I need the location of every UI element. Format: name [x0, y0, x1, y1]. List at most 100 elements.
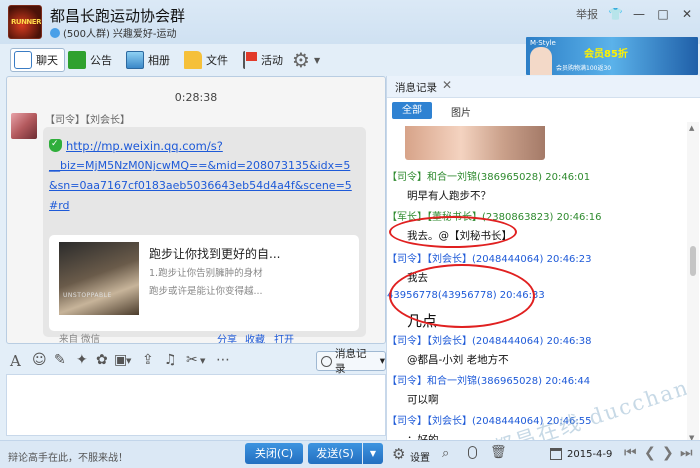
group-title: 都昌长跑运动协会群 — [50, 7, 186, 25]
group-avatar[interactable]: RUNNER — [8, 5, 42, 39]
chat-message-pane[interactable]: 0:28:38 【司令】【刘会长】 http://mp.weixin.qq.co… — [6, 76, 386, 344]
shake-icon[interactable]: ✦ — [76, 352, 88, 368]
chevron-down-icon: ▼ — [313, 55, 321, 65]
clock-icon — [321, 355, 332, 367]
link-line-4[interactable]: #rd — [49, 196, 354, 216]
history-list[interactable]: 【司令】和合一刘锦(386965028) 20:46:01 明早有人跑步不？ 【军长… — [387, 122, 687, 444]
notice-flag-icon — [68, 51, 86, 69]
last-page-icon[interactable]: ⏭ — [680, 445, 693, 461]
message-history-panel: 消息记录 ✕ 全部 图片 【司令】和合一刘锦(386965028) 20:46:… — [386, 76, 700, 444]
upload-icon[interactable]: ⇪ — [142, 352, 154, 368]
message-link[interactable]: http://mp.weixin.qq.com/s? __biz=MjM5NzM… — [49, 134, 354, 216]
card-favorite-link[interactable]: 收藏 — [245, 331, 265, 343]
history-sender-line[interactable]: 【司令】【刘会长】(2048444064) 20:46:38 — [387, 332, 592, 347]
maximize-button[interactable]: □ — [656, 7, 670, 21]
music-icon[interactable]: ♫ — [164, 352, 177, 368]
group-tag[interactable]: 兴趣爱好-运动 — [113, 25, 177, 40]
magic-icon[interactable]: ✎ — [54, 352, 66, 368]
report-link[interactable]: 举报 — [576, 6, 598, 22]
ad-banner[interactable]: M·Style 会员85折 会员购物满100返30 — [526, 37, 698, 75]
avatar-text: RUNNER — [11, 18, 41, 26]
card-thumbnail: UNSTOPPABLE — [59, 242, 139, 315]
close-window-button[interactable]: ✕ — [680, 7, 694, 21]
font-icon[interactable]: A — [10, 352, 21, 370]
emoji-icon[interactable]: ☺ — [32, 352, 47, 368]
history-sender-line[interactable]: 【司令】【刘会长】(2048444064) 20:46:23 — [387, 250, 592, 265]
prev-page-icon[interactable]: ❮ — [644, 445, 656, 461]
card-open-link[interactable]: 打开 — [274, 331, 294, 343]
tab-activity-label: 活动 — [261, 54, 283, 67]
annotation-circle — [389, 264, 535, 328]
settings-label[interactable]: 设置 — [410, 449, 430, 464]
history-message-text: 可以啊 — [407, 394, 439, 406]
annotation-circle — [389, 216, 517, 248]
tab-all[interactable]: 全部 — [392, 102, 432, 119]
link-line-3[interactable]: &sn=0aa7167cf0183aeb5036643eb54d4a4f&sce… — [49, 176, 354, 196]
sender-name[interactable]: 【司令】【刘会长】 — [45, 111, 130, 126]
search-icon[interactable]: ⌕ — [442, 446, 449, 461]
trash-icon[interactable]: 🗑 — [490, 445, 507, 460]
message-input[interactable] — [6, 374, 386, 436]
card-desc-line-2: 跑步或许是能让你变得越... — [149, 286, 263, 297]
tab-notice[interactable]: 公告 — [68, 48, 112, 72]
tab-file-label: 文件 — [206, 54, 228, 67]
tab-chat[interactable]: 聊天 — [10, 48, 65, 72]
gear-icon[interactable]: ⚙ — [392, 445, 405, 463]
calendar-icon[interactable] — [550, 448, 562, 460]
history-photo[interactable] — [405, 126, 545, 160]
date-label[interactable]: 2015-4-9 — [567, 449, 612, 460]
ad-headline: 会员85折 — [584, 49, 628, 60]
close-button[interactable]: 关闭(C) — [245, 443, 303, 464]
send-options-button[interactable]: ▼ — [363, 443, 383, 464]
thumbnail-text: UNSTOPPABLE — [63, 292, 112, 299]
link-line-1[interactable]: http://mp.weixin.qq.com/s? — [49, 134, 354, 156]
next-page-icon[interactable]: ❯ — [662, 445, 674, 461]
ad-model-image — [530, 47, 552, 75]
history-sender-line[interactable]: 【司令】和合一刘锦(386965028) 20:46:01 — [387, 168, 590, 183]
close-history-button[interactable]: ✕ — [442, 78, 452, 92]
share-card[interactable]: UNSTOPPABLE 跑步让你找到更好的自... 1.跑步让你告别臃肿的身材 … — [49, 235, 359, 343]
history-scrollbar[interactable]: ▲ ▼ — [687, 122, 699, 444]
group-status-text: 辩论高手在此，不服来战！ — [8, 453, 128, 464]
flower-icon[interactable]: ✿ — [96, 352, 108, 368]
card-share-link[interactable]: 分享 — [217, 331, 237, 343]
first-page-icon[interactable]: ⏮ — [624, 445, 637, 461]
input-toolbar: A ☺ ✎ ✦ ✿ ▣ ▼ ⇪ ♫ ✂ ▼ ⋯ 消息记录 ▾ — [6, 348, 386, 375]
history-sender-line[interactable]: 【司令】和合一刘锦(386965028) 20:46:44 — [387, 372, 590, 387]
tab-images[interactable]: 图片 — [451, 104, 471, 119]
ad-subtext: 会员购物满100返30 — [556, 65, 612, 72]
bottom-bar: 辩论高手在此，不服来战！ 关闭(C) 发送(S) ▼ ⚙ 设置 ⌕ 🗑 2015… — [0, 440, 700, 468]
tab-chat-label: 聊天 — [36, 54, 58, 67]
tab-album[interactable]: 相册 — [126, 48, 170, 72]
link-line-2[interactable]: __biz=MjM5NzM0NjcwMQ==&mid=208073135&idx… — [49, 156, 354, 176]
more-settings-menu[interactable]: ⚙ ▼ — [292, 48, 320, 72]
ad-brand: M·Style — [530, 39, 556, 47]
message-history-label: 消息记录 — [334, 348, 367, 375]
chat-bubble-icon — [14, 51, 32, 69]
chevron-down-icon: ▾ — [379, 355, 385, 367]
minimize-button[interactable]: — — [632, 7, 646, 21]
chevron-down-icon[interactable]: ▼ — [126, 357, 131, 365]
tab-activity[interactable]: 活动 — [243, 48, 283, 72]
message-bubble: http://mp.weixin.qq.com/s? __biz=MjM5NzM… — [43, 127, 366, 343]
history-message-text: 明早有人跑步不？ — [407, 190, 491, 202]
window-controls: 举报 👕 — □ ✕ — [576, 6, 694, 22]
card-title: 跑步让你找到更好的自... — [149, 247, 281, 261]
chevron-down-icon[interactable]: ▼ — [200, 357, 205, 365]
message-history-button[interactable]: 消息记录 ▾ — [316, 348, 386, 375]
tab-file[interactable]: 文件 — [184, 48, 228, 72]
activity-flag-icon — [243, 51, 257, 69]
album-picture-icon — [126, 51, 144, 69]
scrollbar-thumb[interactable] — [690, 246, 696, 276]
microphone-icon[interactable] — [468, 446, 477, 459]
scroll-up-icon[interactable]: ▲ — [689, 124, 694, 132]
scissors-icon[interactable]: ✂ — [186, 352, 198, 368]
watermark: 都昌在线 ducchang.org — [490, 354, 687, 444]
tab-notice-label: 公告 — [90, 54, 112, 67]
more-icon[interactable]: ⋯ — [216, 352, 230, 368]
card-source: 来自 微信 — [59, 334, 101, 344]
sender-avatar[interactable] — [11, 113, 37, 139]
card-desc-line-1: 1.跑步让你告别臃肿的身材 — [149, 268, 263, 279]
skin-icon[interactable]: 👕 — [608, 7, 623, 21]
send-button[interactable]: 发送(S) — [308, 443, 362, 464]
